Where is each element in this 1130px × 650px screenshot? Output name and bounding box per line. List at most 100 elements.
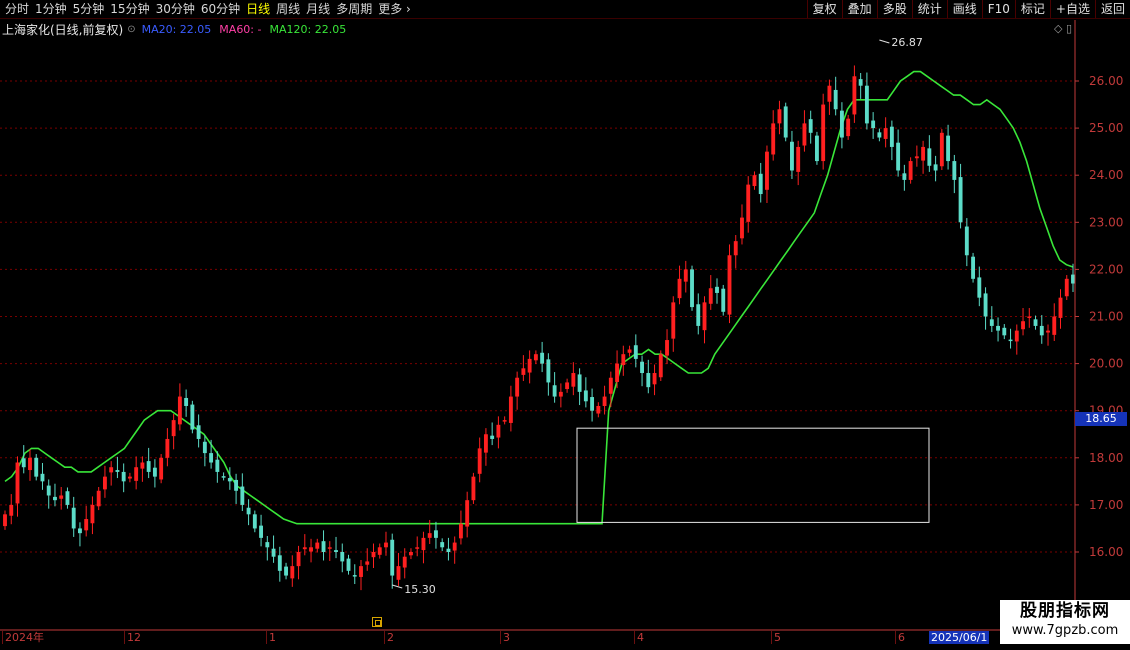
candle-body [59, 495, 64, 499]
watermark-line1: 股朋指标网 [1020, 601, 1110, 621]
candle-body [1064, 278, 1069, 297]
y-tick-label: 16.00 [1089, 545, 1123, 559]
candle-body [78, 528, 82, 534]
candle-body [246, 507, 251, 515]
annotation-pointer [879, 39, 890, 44]
x-tick-label: 1 [266, 631, 276, 644]
candle-body [471, 476, 476, 501]
candle-body [259, 525, 264, 538]
event-marker-icon[interactable] [372, 617, 382, 627]
candle-body [458, 523, 463, 539]
candle-body [964, 226, 969, 256]
candle-body [715, 286, 719, 293]
candle-body [165, 438, 170, 458]
candle-body [914, 156, 919, 159]
candle-body [871, 120, 876, 129]
candle-body [633, 345, 638, 359]
candle-body [821, 104, 826, 162]
selection-box [576, 427, 930, 523]
candle-body [277, 555, 282, 571]
candle-body [384, 542, 388, 548]
candle-body [508, 396, 513, 423]
y-tick-label: 23.00 [1089, 215, 1123, 229]
candle-body [409, 552, 413, 556]
candle-body [671, 302, 676, 339]
candlestick-chart[interactable]: 26.8715.30 16.0017.0018.0019.0020.0021.0… [0, 0, 1130, 650]
candle-body [608, 377, 613, 394]
candle-body [159, 457, 164, 480]
candle-body [196, 425, 201, 439]
candle-body [558, 391, 563, 397]
candle-body [465, 500, 470, 527]
annotation-label: 15.30 [404, 583, 436, 596]
candle-body [483, 434, 488, 453]
candle-body [415, 547, 420, 549]
candle-body [540, 352, 545, 364]
candle-body [1046, 330, 1050, 333]
candle-body [34, 457, 39, 477]
candle-body [190, 404, 195, 430]
x-tick-label: 3 [500, 631, 510, 644]
candle-body [546, 359, 551, 383]
cursor-date-label: 2025/06/1 [929, 631, 990, 644]
candle-body [864, 85, 869, 124]
candle-body [315, 542, 320, 549]
candle-body [309, 547, 313, 552]
candle-body [1002, 327, 1007, 336]
candle-body [652, 373, 657, 385]
candle-body [733, 241, 738, 256]
candle-body [352, 575, 357, 577]
candle-body [377, 547, 382, 555]
date-axis: 2024年 12 1 2 3 4 5 6 [0, 631, 1075, 645]
candle-body [46, 485, 51, 496]
candle-body [883, 128, 888, 139]
candle-body [852, 76, 857, 115]
candle-body [227, 478, 232, 482]
candle-body [134, 467, 139, 481]
candle-body [515, 377, 520, 397]
candle-body [665, 340, 669, 356]
candle-body [646, 373, 651, 388]
candle-body [615, 363, 620, 382]
candle-body [721, 288, 726, 312]
y-tick-label: 18.00 [1089, 451, 1123, 465]
candle-body [127, 476, 132, 479]
candle-body [827, 85, 832, 102]
candle-body [115, 470, 120, 472]
x-tick-label: 6 [895, 631, 905, 644]
candle-body [602, 396, 607, 406]
candle-body [53, 496, 57, 501]
candle-body [521, 368, 526, 375]
candle-body [702, 302, 707, 331]
candle-body [490, 435, 495, 439]
candle-body [346, 558, 351, 571]
candle-body [396, 566, 401, 580]
candle-body [202, 441, 207, 454]
x-tick-label: 2 [384, 631, 394, 644]
candle-body [496, 424, 501, 438]
watermark-line2: www.7gpzb.com [1011, 623, 1119, 638]
candle-body [983, 293, 988, 317]
candles [3, 65, 1075, 591]
candle-body [690, 269, 694, 308]
candle-body [15, 462, 20, 504]
candle-body [527, 358, 532, 373]
candle-body [271, 548, 276, 557]
candle-body [365, 561, 370, 565]
candle-body [858, 79, 863, 86]
candle-body [877, 132, 882, 138]
candle-body [765, 151, 769, 190]
candle-body [140, 462, 145, 469]
candle-body [627, 349, 632, 353]
candle-body [814, 135, 819, 162]
candle-body [90, 504, 95, 524]
candle-body [977, 277, 982, 298]
candle-body [71, 507, 76, 529]
candle-body [477, 448, 482, 474]
candle-body [209, 453, 214, 463]
candle-body [908, 161, 913, 180]
candle-body [971, 256, 976, 279]
candle-body [740, 217, 744, 239]
candle-body [989, 319, 994, 326]
y-tick-label: 22.00 [1089, 262, 1123, 276]
